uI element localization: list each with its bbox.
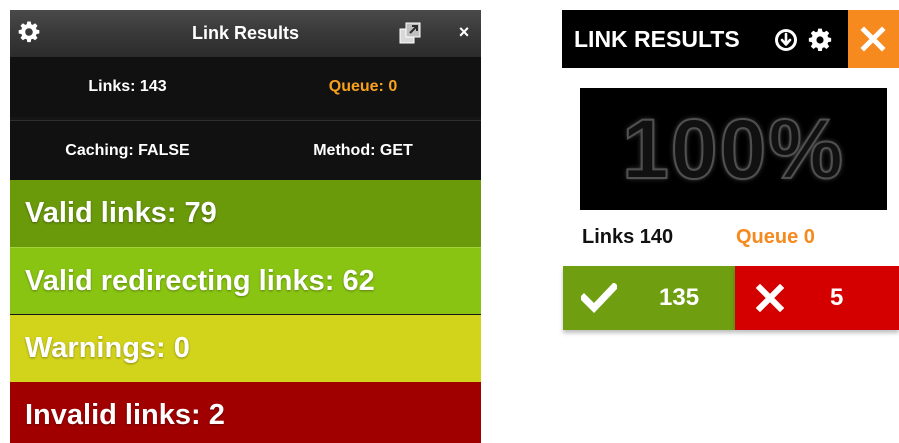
links-count: Links: 143 xyxy=(88,78,167,95)
gear-icon[interactable] xyxy=(807,27,833,53)
redirecting-links-row[interactable]: Valid redirecting links: 62 xyxy=(10,247,481,314)
widget-close-button[interactable] xyxy=(848,10,899,68)
compact-widget-header: LINK RESULTS xyxy=(562,10,848,68)
x-icon xyxy=(756,284,784,312)
valid-count-bar[interactable]: 135 xyxy=(563,266,735,330)
download-icon[interactable] xyxy=(774,28,798,52)
valid-links-row[interactable]: Valid links: 79 xyxy=(10,180,481,247)
widget-queue-count: Queue 0 xyxy=(736,226,815,248)
checkmark-icon xyxy=(581,283,617,313)
valid-count: 135 xyxy=(659,284,700,311)
panel-titlebar[interactable]: Link Results × xyxy=(10,10,481,57)
invalid-count-bar[interactable]: 5 xyxy=(735,266,899,330)
warnings-row[interactable]: Warnings: 0 xyxy=(10,315,481,382)
link-results-panel: Link Results × Links: 143 Queue: 0 Cachi… xyxy=(10,10,481,443)
stats-row-counts: Links: 143 Queue: 0 xyxy=(10,57,481,117)
stats-row-settings: Caching: FALSE Method: GET xyxy=(10,120,481,181)
close-icon[interactable] xyxy=(860,26,886,52)
caching-status: Caching: FALSE xyxy=(65,142,190,159)
invalid-links-row[interactable]: Invalid links: 2 xyxy=(10,382,481,443)
progress-percent: 100% xyxy=(621,101,845,197)
widget-links-count: Links 140 xyxy=(582,226,674,248)
method-status: Method: GET xyxy=(313,142,413,159)
invalid-count: 5 xyxy=(830,284,844,311)
queue-count: Queue: 0 xyxy=(328,78,398,95)
widget-title: LINK RESULTS xyxy=(574,26,740,52)
close-icon[interactable]: × xyxy=(454,22,474,42)
progress-display: 100% xyxy=(580,88,887,210)
popout-icon[interactable] xyxy=(398,21,422,45)
